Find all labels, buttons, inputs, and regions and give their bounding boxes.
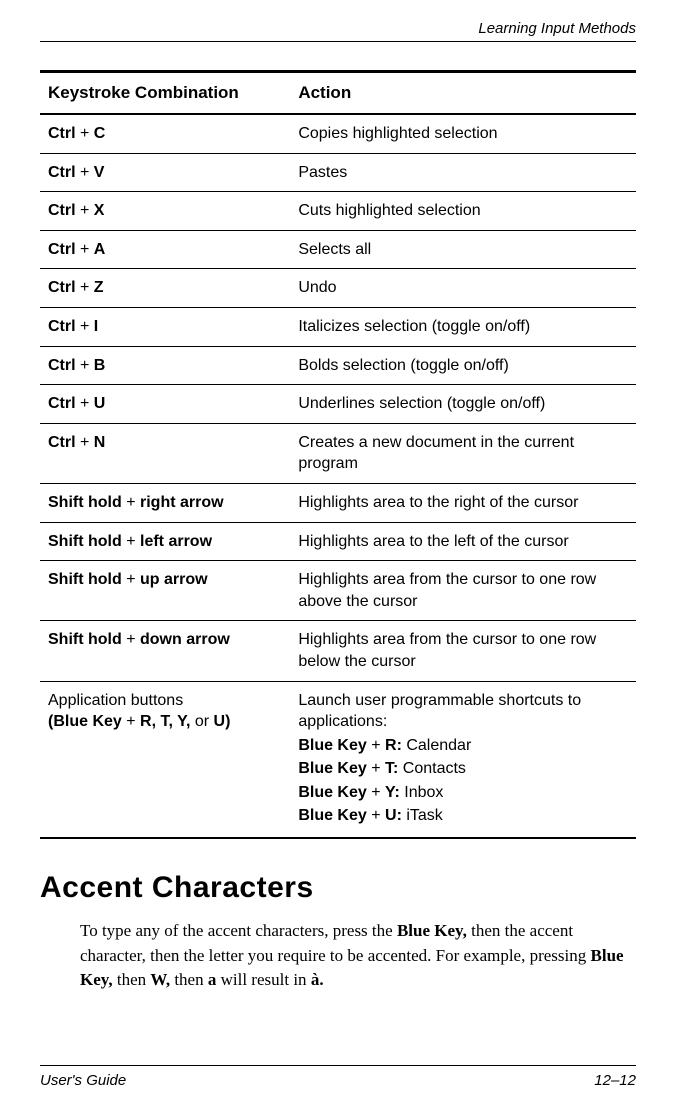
action-cell: Cuts highlighted selection (290, 192, 636, 231)
table-row: Ctrl + NCreates a new document in the cu… (40, 423, 636, 483)
running-header: Learning Input Methods (40, 20, 636, 42)
keystroke-table: Keystroke Combination Action Ctrl + CCop… (40, 70, 636, 839)
keystroke-cell: Application buttons(Blue Key + R, T, Y, … (40, 681, 290, 838)
keystroke-cell: Ctrl + U (40, 385, 290, 424)
action-cell: Highlights area to the left of the curso… (290, 522, 636, 561)
action-cell: Creates a new document in the current pr… (290, 423, 636, 483)
table-row: Ctrl + BBolds selection (toggle on/off) (40, 346, 636, 385)
keystroke-cell: Ctrl + A (40, 230, 290, 269)
action-cell: Highlights area from the cursor to one r… (290, 561, 636, 621)
table-row: Shift hold + up arrowHighlights area fro… (40, 561, 636, 621)
keystroke-cell: Ctrl + N (40, 423, 290, 483)
table-header-row: Keystroke Combination Action (40, 72, 636, 115)
action-cell: Italicizes selection (toggle on/off) (290, 307, 636, 346)
accent-characters-paragraph: To type any of the accent characters, pr… (80, 919, 636, 993)
keystroke-cell: Shift hold + up arrow (40, 561, 290, 621)
keystroke-cell: Ctrl + I (40, 307, 290, 346)
keystroke-cell: Shift hold + right arrow (40, 483, 290, 522)
keystroke-cell: Shift hold + left arrow (40, 522, 290, 561)
table-row: Ctrl + XCuts highlighted selection (40, 192, 636, 231)
keystroke-cell: Ctrl + X (40, 192, 290, 231)
col-header-keystroke: Keystroke Combination (40, 72, 290, 115)
page-footer: User's Guide 12–12 (40, 1065, 636, 1089)
action-cell: Highlights area from the cursor to one r… (290, 621, 636, 681)
keystroke-cell: Ctrl + V (40, 153, 290, 192)
table-row: Shift hold + right arrowHighlights area … (40, 483, 636, 522)
keystroke-cell: Shift hold + down arrow (40, 621, 290, 681)
table-row: Ctrl + ZUndo (40, 269, 636, 308)
action-cell: Selects all (290, 230, 636, 269)
keystroke-cell: Ctrl + C (40, 114, 290, 153)
action-cell: Bolds selection (toggle on/off) (290, 346, 636, 385)
action-cell: Highlights area to the right of the curs… (290, 483, 636, 522)
table-row: Ctrl + UUnderlines selection (toggle on/… (40, 385, 636, 424)
action-cell: Undo (290, 269, 636, 308)
table-row-app-buttons: Application buttons(Blue Key + R, T, Y, … (40, 681, 636, 838)
footer-left: User's Guide (40, 1072, 126, 1089)
table-row: Ctrl + VPastes (40, 153, 636, 192)
section-heading-accent-characters: Accent Characters (40, 871, 636, 905)
action-cell: Underlines selection (toggle on/off) (290, 385, 636, 424)
table-row: Shift hold + left arrowHighlights area t… (40, 522, 636, 561)
action-cell: Pastes (290, 153, 636, 192)
keystroke-cell: Ctrl + B (40, 346, 290, 385)
action-cell: Launch user programmable shortcuts to ap… (290, 681, 636, 838)
action-cell: Copies highlighted selection (290, 114, 636, 153)
keystroke-cell: Ctrl + Z (40, 269, 290, 308)
table-row: Ctrl + IItalicizes selection (toggle on/… (40, 307, 636, 346)
table-row: Ctrl + CCopies highlighted selection (40, 114, 636, 153)
table-row: Ctrl + ASelects all (40, 230, 636, 269)
col-header-action: Action (290, 72, 636, 115)
table-row: Shift hold + down arrowHighlights area f… (40, 621, 636, 681)
footer-right: 12–12 (594, 1072, 636, 1089)
